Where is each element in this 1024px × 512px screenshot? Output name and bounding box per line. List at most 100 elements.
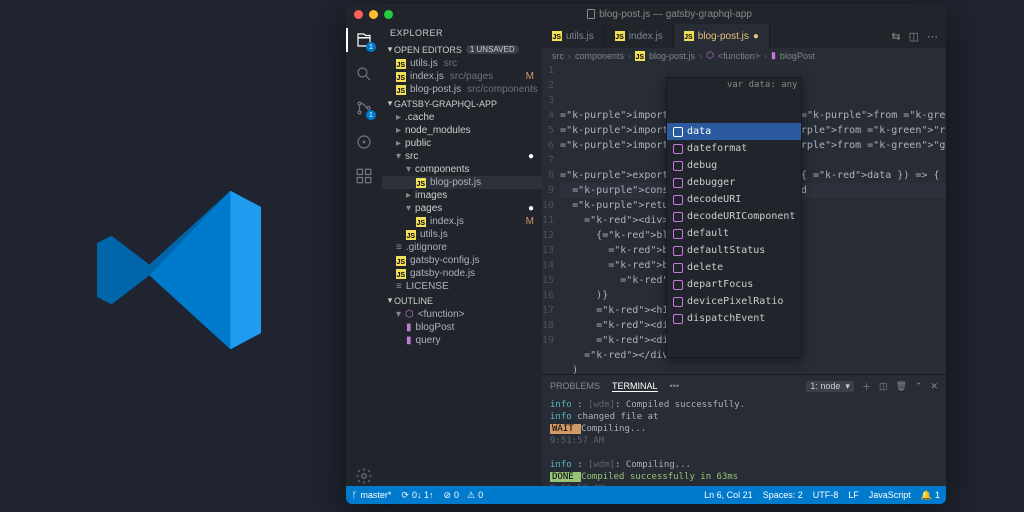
new-terminal-icon[interactable]: ＋ xyxy=(862,380,871,393)
minimize-icon[interactable] xyxy=(369,10,378,19)
breadcrumb-part[interactable]: <function> xyxy=(718,51,760,61)
js-file-icon: JS xyxy=(406,230,416,240)
file-icon: ≡ xyxy=(396,242,402,253)
debug-icon[interactable] xyxy=(354,132,374,152)
breadcrumb-part[interactable]: blog-post.js xyxy=(649,51,695,61)
symbol-icon xyxy=(673,212,683,222)
explorer-badge: 1 xyxy=(366,42,376,52)
outline-item[interactable]: ▮query xyxy=(382,334,542,347)
breadcrumb-part[interactable]: components xyxy=(575,51,624,61)
split-editor-icon[interactable]: ◫ xyxy=(909,30,919,43)
breadcrumb-part[interactable]: src xyxy=(552,51,564,61)
file-item[interactable]: JSutils.js xyxy=(382,228,542,241)
outline-head[interactable]: ▾ OUTLINE xyxy=(382,293,542,308)
symbol-icon xyxy=(673,314,683,324)
js-file-icon: JS xyxy=(396,59,406,69)
intellisense-item[interactable]: data xyxy=(667,123,801,140)
folder-item[interactable]: ▸.cache xyxy=(382,111,542,124)
chevron-right-icon: ▸ xyxy=(396,138,401,149)
code-editor[interactable]: 12345678910111213141516171819 var data: … xyxy=(542,63,946,374)
git-sync[interactable]: ⟳ 0↓ 1↑ xyxy=(401,490,433,501)
variable-icon: ▮ xyxy=(406,322,412,333)
file-item[interactable]: JSindex.jsM xyxy=(382,215,542,228)
intellisense-item[interactable]: delete xyxy=(667,259,801,276)
sidebar-title: Explorer xyxy=(382,24,542,42)
intellisense-item[interactable]: devicePixelRatio xyxy=(667,293,801,310)
folder-item[interactable]: ▸node_modules xyxy=(382,124,542,137)
folder-item[interactable]: ▸images xyxy=(382,189,542,202)
intellisense-item[interactable]: debugger xyxy=(667,174,801,191)
editor-tab[interactable]: JSblog-post.js● xyxy=(674,24,770,48)
cursor-position[interactable]: Ln 6, Col 21 xyxy=(704,490,753,501)
file-item[interactable]: JSgatsby-node.js xyxy=(382,267,542,280)
maximize-icon[interactable] xyxy=(384,10,393,19)
symbol-icon xyxy=(673,178,683,188)
encoding-status[interactable]: UTF-8 xyxy=(813,490,839,501)
source-control-icon[interactable]: 1 xyxy=(354,98,374,118)
open-editor-item[interactable]: JSindex.jssrc/pagesM xyxy=(382,70,542,83)
intellisense-item[interactable]: dateformat xyxy=(667,140,801,157)
settings-icon[interactable] xyxy=(354,466,374,486)
terminal-output[interactable]: info : [wdm]: Compiled successfully.info… xyxy=(542,397,946,486)
intellisense-item[interactable]: dispatchEvent xyxy=(667,310,801,327)
problems-status[interactable]: ⊘ 0 ⚠ 0 xyxy=(443,490,483,501)
search-icon[interactable] xyxy=(354,64,374,84)
open-editor-item[interactable]: JSutils.jssrc xyxy=(382,57,542,70)
line-number: 10 xyxy=(542,198,554,213)
indent-status[interactable]: Spaces: 2 xyxy=(763,490,803,501)
explorer-icon[interactable]: 1 xyxy=(354,30,374,50)
chevron-down-icon: ▾ xyxy=(386,98,394,109)
intellisense-item[interactable]: default xyxy=(667,225,801,242)
activity-bar: 1 1 xyxy=(346,24,382,486)
eol-status[interactable]: LF xyxy=(848,490,859,501)
open-editor-item[interactable]: JSblog-post.jssrc/components● xyxy=(382,83,542,96)
compare-changes-icon[interactable]: ⇆ xyxy=(891,30,900,43)
more-actions-icon[interactable]: ⋯ xyxy=(927,30,938,43)
breadcrumb[interactable]: src›components›JSblog-post.js›⬡<function… xyxy=(542,48,946,63)
terminal-line: info changed file at xyxy=(550,411,938,423)
file-item[interactable]: JSblog-post.js xyxy=(382,176,542,189)
tab-problems[interactable]: PROBLEMS xyxy=(550,381,600,391)
file-item[interactable]: ≡.gitignore xyxy=(382,241,542,254)
intellisense-item[interactable]: defaultStatus xyxy=(667,242,801,259)
js-file-icon: JS xyxy=(396,72,406,82)
intellisense-item[interactable]: debug xyxy=(667,157,801,174)
file-item[interactable]: JSgatsby-config.js xyxy=(382,254,542,267)
editor-tab[interactable]: JSindex.js xyxy=(605,24,674,48)
tab-more[interactable]: ••• xyxy=(670,381,679,391)
notifications-icon[interactable]: 🔔 1 xyxy=(921,490,940,501)
intellisense-popup[interactable]: var data: any datadateformatdebugdebugge… xyxy=(666,77,802,358)
folder-item[interactable]: ▾components xyxy=(382,163,542,176)
outline-item[interactable]: ▾⬡<function> xyxy=(382,308,542,321)
code-line[interactable]: ) xyxy=(560,363,946,374)
panel: PROBLEMS TERMINAL ••• 1: node ▾ ＋ ◫ 🗑 ⌃ … xyxy=(542,374,946,486)
intellisense-item[interactable]: decodeURI xyxy=(667,191,801,208)
editor-tab[interactable]: JSutils.js xyxy=(542,24,605,48)
js-file-icon: JS xyxy=(615,31,625,41)
file-item[interactable]: ≡LICENSE xyxy=(382,280,542,293)
folder-item[interactable]: ▸public xyxy=(382,137,542,150)
kill-terminal-icon[interactable]: 🗑 xyxy=(895,381,906,392)
extensions-icon[interactable] xyxy=(354,166,374,186)
terminal-picker[interactable]: 1: node ▾ xyxy=(806,381,854,392)
line-number: 15 xyxy=(542,273,554,288)
breadcrumb-part[interactable]: blogPost xyxy=(780,51,815,61)
folder-item[interactable]: ▾pages● xyxy=(382,202,542,215)
outline-item[interactable]: ▮blogPost xyxy=(382,321,542,334)
intellisense-item[interactable]: decodeURIComponent xyxy=(667,208,801,225)
project-head[interactable]: ▾ GATSBY-GRAPHQL-APP xyxy=(382,96,542,111)
language-mode[interactable]: JavaScript xyxy=(869,490,911,501)
git-branch[interactable]: ᚶ master* xyxy=(352,490,391,500)
close-icon[interactable] xyxy=(354,10,363,19)
split-terminal-icon[interactable]: ◫ xyxy=(879,381,888,392)
tab-terminal[interactable]: TERMINAL xyxy=(612,381,658,392)
line-number: 18 xyxy=(542,318,554,333)
close-panel-icon[interactable]: ✕ xyxy=(930,381,938,392)
intellisense-item[interactable]: departFocus xyxy=(667,276,801,293)
chevron-right-icon: ▸ xyxy=(406,190,411,201)
vscode-window: blog-post.js — gatsby-graphql-app 1 1 xyxy=(346,4,946,504)
maximize-panel-icon[interactable]: ⌃ xyxy=(915,381,923,392)
open-editors-head[interactable]: ▾ OPEN EDITORS 1 UNSAVED xyxy=(382,42,542,57)
terminal-line: info : [wdm]: Compiled successfully. xyxy=(550,399,938,411)
folder-item[interactable]: ▾src● xyxy=(382,150,542,163)
